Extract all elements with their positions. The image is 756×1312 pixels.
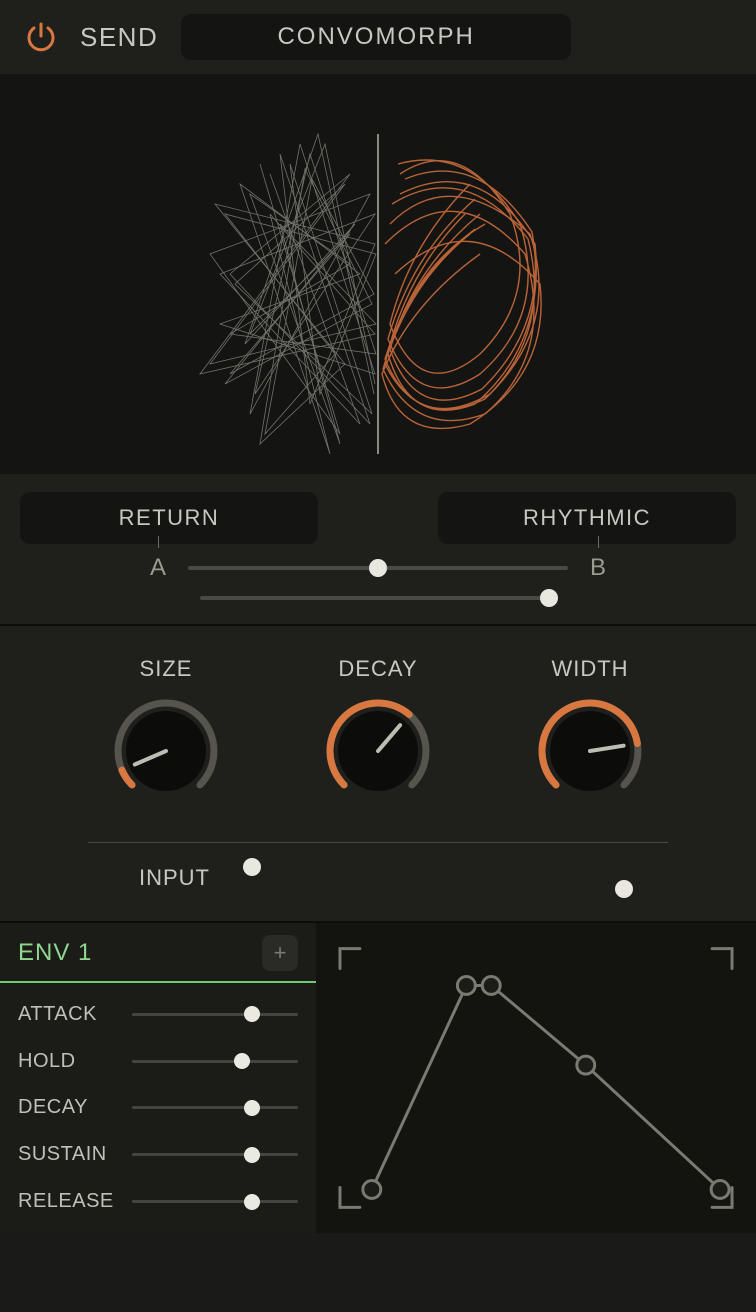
morph-section: RETURN RHYTHMIC A B (0, 474, 756, 626)
preset-selector[interactable]: CONVOMORPH (181, 14, 571, 60)
visualizer-canvas (0, 74, 756, 474)
env-param-label: ATTACK (18, 1003, 118, 1026)
size-label: SIZE (140, 656, 193, 682)
plus-icon: + (274, 940, 287, 966)
envelope-graph[interactable] (316, 923, 756, 1233)
morph-ab-slider[interactable] (188, 566, 568, 570)
power-icon (24, 20, 58, 54)
morph-b-label: B (586, 554, 610, 582)
decay-knob[interactable] (323, 696, 433, 806)
morph-mix-slider[interactable] (200, 596, 556, 600)
morph-a-label: A (146, 554, 170, 582)
mode-label[interactable]: SEND (80, 22, 158, 53)
width-label: WIDTH (551, 656, 628, 682)
envelope-title[interactable]: ENV 1 (18, 939, 92, 967)
width-knob[interactable] (535, 696, 645, 806)
decay-label: DECAY (338, 656, 417, 682)
knob-section: SIZE DECAY WIDTH INPUT (0, 626, 756, 923)
env-param-release: RELEASE (18, 1190, 298, 1213)
env-param-slider-attack[interactable] (132, 1013, 298, 1016)
env-param-attack: ATTACK (18, 1003, 298, 1026)
envelope-panel: ENV 1 + ATTACK HOLD DECAY SUSTAIN RELEAS… (0, 923, 316, 1233)
env-param-slider-release[interactable] (132, 1200, 298, 1203)
envelope-section: ENV 1 + ATTACK HOLD DECAY SUSTAIN RELEAS… (0, 923, 756, 1233)
envelope-param-list: ATTACK HOLD DECAY SUSTAIN RELEASE (0, 983, 316, 1233)
morph-preset-a[interactable]: RETURN (20, 492, 318, 544)
env-param-label: DECAY (18, 1096, 118, 1119)
header-bar: SEND CONVOMORPH (0, 0, 756, 74)
size-knob[interactable] (111, 696, 221, 806)
env-param-slider-hold[interactable] (132, 1060, 298, 1063)
env-param-hold: HOLD (18, 1050, 298, 1073)
power-button[interactable] (22, 18, 60, 56)
env-param-label: SUSTAIN (18, 1143, 118, 1166)
env-param-label: HOLD (18, 1050, 118, 1073)
envelope-add-button[interactable]: + (262, 935, 298, 971)
knob-section-divider (88, 842, 668, 843)
env-param-sustain: SUSTAIN (18, 1143, 298, 1166)
env-param-decay: DECAY (18, 1096, 298, 1119)
env-param-label: RELEASE (18, 1190, 118, 1213)
env-param-slider-sustain[interactable] (132, 1153, 298, 1156)
morph-preset-b[interactable]: RHYTHMIC (438, 492, 736, 544)
env-param-slider-decay[interactable] (132, 1106, 298, 1109)
input-label: INPUT (120, 865, 210, 891)
